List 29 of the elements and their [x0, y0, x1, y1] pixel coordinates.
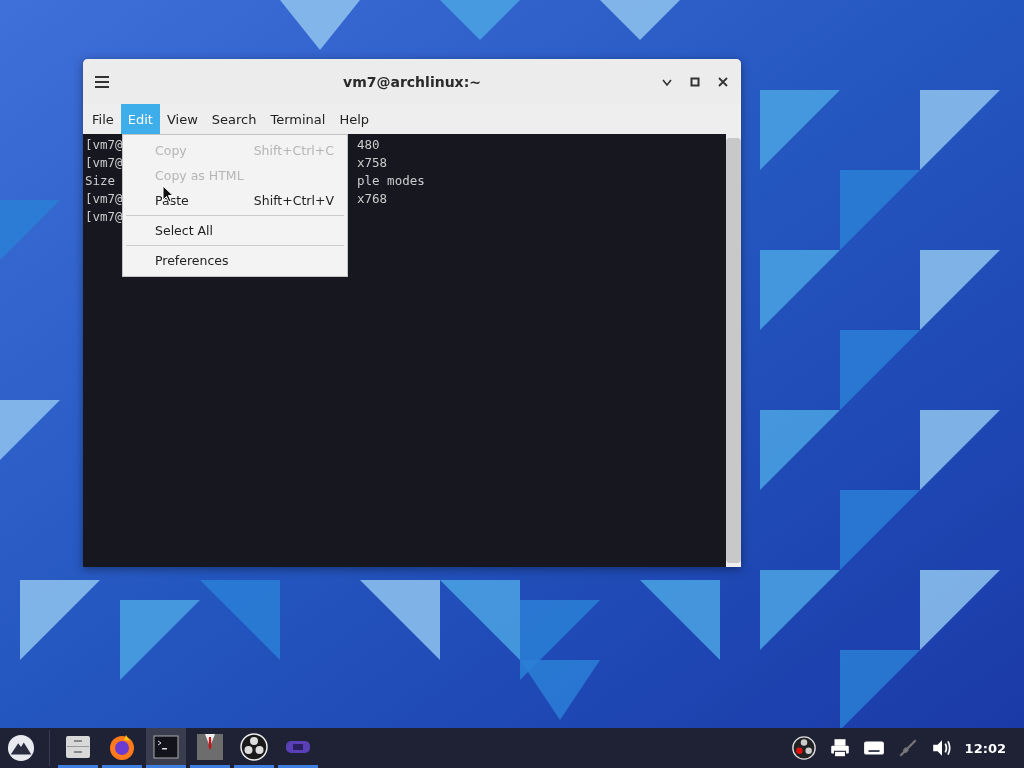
obs-icon[interactable]	[790, 735, 817, 761]
mountain-logo-icon[interactable]	[7, 734, 35, 762]
scrollbar[interactable]	[726, 134, 741, 567]
maximize-icon[interactable]	[689, 75, 701, 88]
printer-icon[interactable]	[828, 737, 851, 759]
terminal-text: Size	[85, 172, 116, 190]
terminal-text: 480	[357, 136, 380, 154]
close-icon[interactable]	[717, 75, 729, 88]
window-title: vm7@archlinux:~	[343, 73, 481, 90]
terminal-text: [vm7@	[85, 208, 123, 226]
menu-item[interactable]: Search	[204, 104, 264, 134]
terminal-text: x768	[357, 190, 388, 208]
terminal-text: [vm7@	[85, 190, 123, 208]
menu-entry[interactable]: Paste Shift+Ctrl+V	[126, 188, 344, 213]
menu-item[interactable]: View	[159, 104, 205, 134]
terminal-text: [vm7@	[85, 154, 123, 172]
suit-icon	[196, 732, 224, 761]
terminal-text: [vm7@	[85, 136, 123, 154]
terminal-text: x758	[357, 154, 388, 172]
clock[interactable]: 12:02	[964, 740, 1006, 756]
terminal-text: ple modes	[357, 172, 425, 190]
obs-icon	[240, 732, 268, 761]
menu-entry[interactable]: Preferences	[126, 248, 344, 273]
menu-item[interactable]: File	[85, 104, 121, 134]
menu-entry[interactable]: Select All	[126, 218, 344, 243]
menu-icon[interactable]	[95, 75, 109, 88]
menu-item[interactable]: Terminal	[263, 104, 333, 134]
terminal-icon	[152, 732, 180, 761]
menu-item[interactable]: Help	[332, 104, 377, 134]
